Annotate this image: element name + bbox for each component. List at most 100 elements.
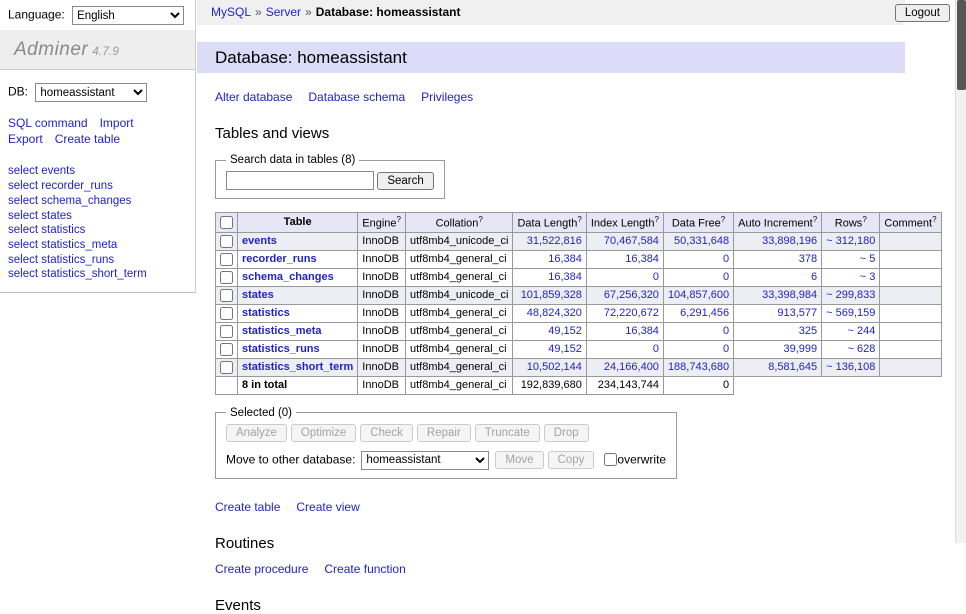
table-name-link[interactable]: states <box>41 210 72 222</box>
row-checkbox[interactable] <box>220 307 233 320</box>
table-name-link[interactable]: events <box>41 165 75 177</box>
logout-button[interactable]: Logout <box>895 4 950 22</box>
help-link[interactable]: ? <box>862 215 866 224</box>
help-link[interactable]: ? <box>478 215 482 224</box>
auto-increment-link[interactable]: 913,577 <box>777 307 817 319</box>
import-link[interactable]: Import <box>100 116 134 130</box>
data-free-link[interactable]: 188,743,680 <box>668 361 729 373</box>
table-structure-link[interactable]: statistics_meta <box>242 325 322 337</box>
select-table-link[interactable]: select <box>8 210 38 222</box>
alter-database-link[interactable]: Alter database <box>215 90 292 104</box>
breadcrumb-mysql-link[interactable]: MySQL <box>211 5 251 19</box>
select-table-link[interactable]: select <box>8 195 38 207</box>
database-schema-link[interactable]: Database schema <box>308 90 405 104</box>
help-link[interactable]: ? <box>813 215 817 224</box>
db-select[interactable]: homeassistant <box>35 83 147 102</box>
index-length-link[interactable]: 16,384 <box>625 325 659 337</box>
data-length-link[interactable]: 16,384 <box>548 271 582 283</box>
create-table-link[interactable]: Create table <box>215 500 280 514</box>
table-name-link[interactable]: statistics_short_term <box>41 268 146 280</box>
auto-increment-link[interactable]: 6 <box>811 271 817 283</box>
sql-command-link[interactable]: SQL command <box>8 116 88 130</box>
data-free-link[interactable]: 50,331,648 <box>674 235 729 247</box>
select-table-link[interactable]: select <box>8 180 38 192</box>
select-table-link[interactable]: select <box>8 239 38 251</box>
table-name-link[interactable]: statistics <box>41 224 85 236</box>
data-length-link[interactable]: 101,859,328 <box>521 289 582 301</box>
table-structure-link[interactable]: schema_changes <box>242 271 334 283</box>
help-link[interactable]: ? <box>932 215 936 224</box>
overwrite-checkbox[interactable] <box>604 453 617 466</box>
table-structure-link[interactable]: states <box>242 289 274 301</box>
index-length-link[interactable]: 16,384 <box>625 253 659 265</box>
row-checkbox[interactable] <box>220 253 233 266</box>
help-link[interactable]: ? <box>654 215 658 224</box>
auto-increment-link[interactable]: 325 <box>799 325 817 337</box>
table-structure-link[interactable]: events <box>242 235 277 247</box>
table-name-link[interactable]: recorder_runs <box>41 180 113 192</box>
row-checkbox[interactable] <box>220 235 233 248</box>
scrollbar[interactable] <box>955 0 966 543</box>
rows-link[interactable]: ~ 312,180 <box>826 235 875 247</box>
search-button[interactable]: Search <box>377 172 433 190</box>
data-free-link[interactable]: 6,291,456 <box>680 307 729 319</box>
export-link[interactable]: Export <box>8 132 43 146</box>
row-checkbox[interactable] <box>220 361 233 374</box>
index-length-link[interactable]: 70,467,584 <box>604 235 659 247</box>
table-name-link[interactable]: statistics_meta <box>41 239 117 251</box>
data-length-link[interactable]: 49,152 <box>548 325 582 337</box>
row-checkbox[interactable] <box>220 271 233 284</box>
data-length-link[interactable]: 16,384 <box>548 253 582 265</box>
breadcrumb-server-link[interactable]: Server <box>266 5 301 19</box>
create-view-link[interactable]: Create view <box>296 500 359 514</box>
help-link[interactable]: ? <box>577 215 581 224</box>
privileges-link[interactable]: Privileges <box>421 90 473 104</box>
table-structure-link[interactable]: statistics_runs <box>242 343 320 355</box>
auto-increment-link[interactable]: 39,999 <box>784 343 818 355</box>
auto-increment-link[interactable]: 33,898,196 <box>762 235 817 247</box>
data-length-link[interactable]: 31,522,816 <box>527 235 582 247</box>
rows-link[interactable]: ~ 5 <box>860 253 876 265</box>
rows-link[interactable]: ~ 628 <box>848 343 876 355</box>
table-name-link[interactable]: statistics_runs <box>41 254 114 266</box>
rows-link[interactable]: ~ 244 <box>848 325 876 337</box>
language-select[interactable]: English <box>72 6 184 25</box>
rows-link[interactable]: ~ 136,108 <box>826 361 875 373</box>
table-structure-link[interactable]: recorder_runs <box>242 253 317 265</box>
scrollbar-thumb[interactable] <box>957 0 966 90</box>
index-length-link[interactable]: 0 <box>653 271 659 283</box>
index-length-link[interactable]: 72,220,672 <box>604 307 659 319</box>
data-length-link[interactable]: 48,824,320 <box>527 307 582 319</box>
rows-link[interactable]: ~ 569,159 <box>826 307 875 319</box>
row-checkbox[interactable] <box>220 343 233 356</box>
create-procedure-link[interactable]: Create procedure <box>215 562 308 576</box>
table-name-link[interactable]: schema_changes <box>41 195 131 207</box>
rows-link[interactable]: ~ 3 <box>860 271 876 283</box>
data-length-link[interactable]: 10,502,144 <box>527 361 582 373</box>
row-checkbox[interactable] <box>220 325 233 338</box>
select-all-checkbox[interactable] <box>220 216 233 229</box>
adminer-logo-link[interactable]: Adminer <box>14 39 88 60</box>
data-free-link[interactable]: 0 <box>723 343 729 355</box>
data-length-link[interactable]: 49,152 <box>548 343 582 355</box>
data-free-link[interactable]: 0 <box>723 271 729 283</box>
table-structure-link[interactable]: statistics <box>242 307 290 319</box>
index-length-link[interactable]: 24,166,400 <box>604 361 659 373</box>
move-database-select[interactable]: homeassistant <box>361 451 489 470</box>
help-link[interactable]: ? <box>397 215 401 224</box>
select-table-link[interactable]: select <box>8 165 38 177</box>
search-input[interactable] <box>226 171 374 190</box>
index-length-link[interactable]: 0 <box>653 343 659 355</box>
create-function-link[interactable]: Create function <box>324 562 405 576</box>
rows-link[interactable]: ~ 299,833 <box>826 289 875 301</box>
select-table-link[interactable]: select <box>8 254 38 266</box>
data-free-link[interactable]: 0 <box>723 253 729 265</box>
table-structure-link[interactable]: statistics_short_term <box>242 361 353 373</box>
data-free-link[interactable]: 0 <box>723 325 729 337</box>
auto-increment-link[interactable]: 378 <box>799 253 817 265</box>
create-table-link-sidebar[interactable]: Create table <box>55 132 120 146</box>
select-table-link[interactable]: select <box>8 224 38 236</box>
help-link[interactable]: ? <box>721 215 725 224</box>
select-table-link[interactable]: select <box>8 268 38 280</box>
data-free-link[interactable]: 104,857,600 <box>668 289 729 301</box>
